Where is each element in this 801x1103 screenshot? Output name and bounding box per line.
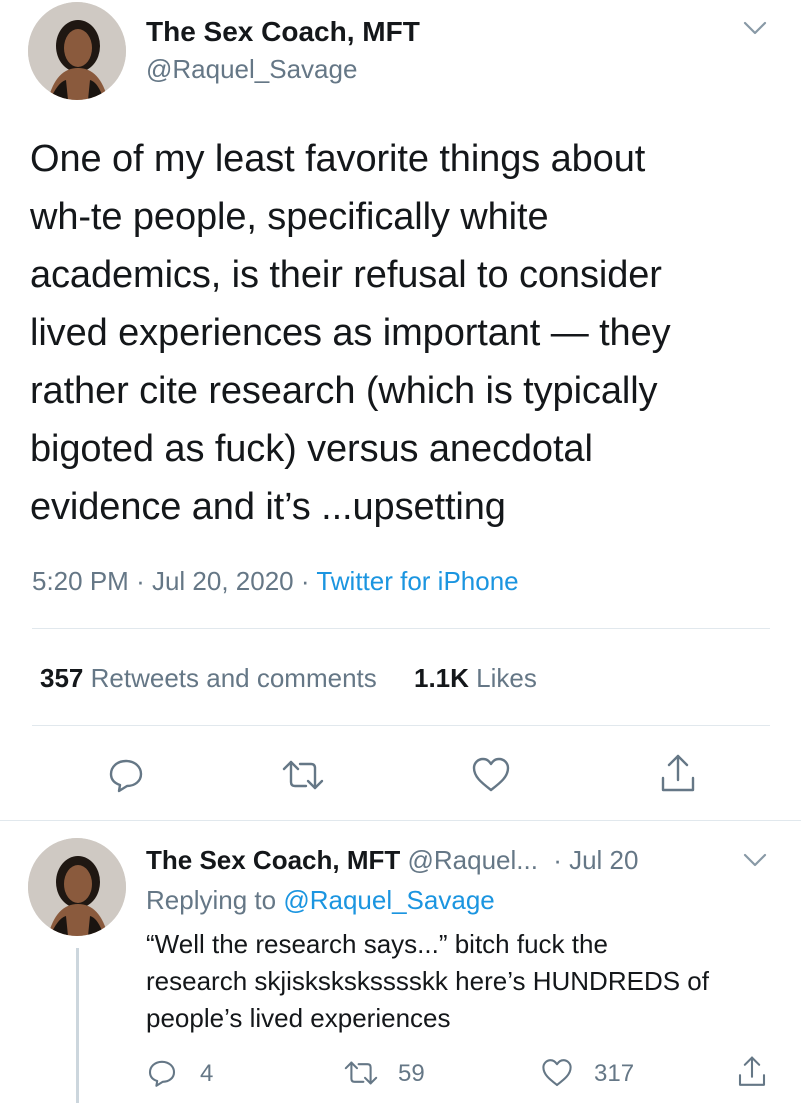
reply-text: “Well the research says...” bitch fuck t… [146,926,709,1037]
like-count: 317 [594,1060,635,1087]
author-handle[interactable]: @Raquel_Savage [146,53,357,85]
replying-handle[interactable]: @Raquel_Savage [283,885,494,915]
heart-icon[interactable] [540,1057,574,1089]
retweets-count: 357 [40,663,84,693]
tweet-stats: 357 Retweets and comments 1.1K Likes [40,662,537,694]
tweet-time[interactable]: 5:20 PM [32,566,129,596]
tweet-text-line: evidence and it’s ...upsetting [30,486,506,528]
chevron-down-icon[interactable] [741,18,769,38]
tweet-text-line: lived experiences as important — they [30,312,671,354]
reply-author-name[interactable]: The Sex Coach, MFT [146,845,400,875]
retweets-stat[interactable]: 357 Retweets and comments [40,663,384,693]
tweet-text-line: One of my least favorite things about [30,138,646,180]
reply-icon[interactable] [146,1057,178,1089]
replying-to: Replying to @Raquel_Savage [146,884,495,916]
tweet-source[interactable]: Twitter for iPhone [316,566,518,596]
likes-count: 1.1K [414,663,469,693]
reply-header: The Sex Coach, MFT @Raquel... · Jul 20 [146,844,638,876]
meta-separator: · [136,566,145,596]
share-icon[interactable] [658,752,698,796]
share-icon[interactable] [736,1054,768,1090]
tweet-text-line: wh-te people, specifically white [30,196,549,238]
reply-text-line: people’s lived experiences [146,1003,451,1033]
reply-date[interactable]: · Jul 20 [553,845,638,875]
retweet-icon[interactable] [280,755,326,795]
likes-stat[interactable]: 1.1K Likes [414,663,537,693]
reply-author-handle[interactable]: @Raquel... [408,845,538,875]
reply-icon[interactable] [106,755,146,795]
tweet-text: One of my least favorite things about wh… [30,130,790,536]
replying-prefix: Replying to [146,885,277,915]
divider [32,628,770,629]
thread-line [76,948,79,1103]
reply-count: 4 [200,1060,214,1087]
author-name[interactable]: The Sex Coach, MFT [146,15,420,49]
reply-text-line: research skjisksksksssskk here’s HUNDRED… [146,966,709,996]
reply-text-line: “Well the research says...” bitch fuck t… [146,929,608,959]
tweet-text-line: academics, is their refusal to consider [30,254,662,296]
divider [32,725,770,726]
likes-label: Likes [476,663,537,693]
tweet-text-line: bigoted as fuck) versus anecdotal [30,428,593,470]
retweets-label: Retweets and comments [90,663,377,693]
author-avatar[interactable] [28,2,126,100]
divider [0,820,801,821]
tweet-meta: 5:20 PM · Jul 20, 2020 · Twitter for iPh… [32,565,519,597]
tweet-date[interactable]: Jul 20, 2020 [152,566,294,596]
retweet-count: 59 [398,1060,425,1087]
retweet-icon[interactable] [342,1057,380,1089]
meta-separator: · [300,566,310,596]
tweet-text-line: rather cite research (which is typically [30,370,658,412]
reply-author-avatar[interactable] [28,838,126,936]
heart-icon[interactable] [470,755,512,795]
chevron-down-icon[interactable] [741,850,769,870]
